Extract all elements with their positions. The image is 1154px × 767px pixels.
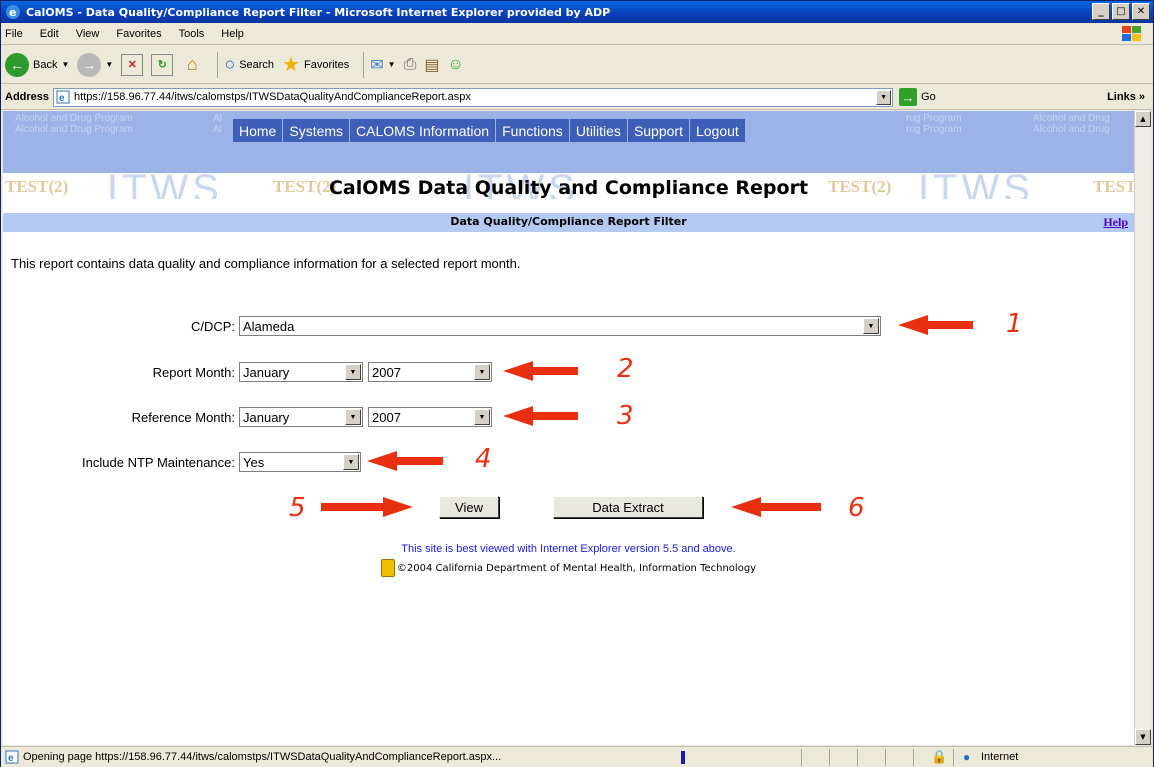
arrow-4 — [367, 451, 443, 471]
links-label: Links — [1107, 91, 1136, 103]
close-button[interactable]: ✕ — [1132, 3, 1150, 20]
status-panel — [801, 749, 802, 766]
page-viewport: Alcohol and Drug Program Alcohol and Drug… — [3, 111, 1134, 745]
menu-tools[interactable]: Tools — [179, 28, 205, 40]
maximize-button[interactable]: □ — [1112, 3, 1130, 20]
svg-text:e: e — [59, 93, 65, 104]
title-bar: e CalOMS - Data Quality/Compliance Repor… — [1, 1, 1153, 23]
print-button[interactable]: ⎙ — [404, 56, 417, 74]
menu-view[interactable]: View — [76, 28, 100, 40]
refresh-icon: ↻ — [151, 53, 174, 76]
status-panel — [829, 749, 830, 766]
favorites-button[interactable]: ★ Favorites — [282, 52, 349, 77]
status-panel — [913, 749, 914, 766]
printer-icon: ⎙ — [403, 55, 417, 73]
arrow-1 — [898, 315, 973, 335]
arrow-3 — [503, 406, 578, 426]
svg-text:e: e — [9, 6, 16, 19]
search-icon: ○ — [224, 54, 236, 74]
chevron-down-icon[interactable]: ▼ — [876, 89, 892, 105]
address-input[interactable]: e https://158.96.77.44/itws/calomstps/IT… — [53, 87, 894, 107]
globe-icon: ● — [963, 750, 971, 764]
menu-edit[interactable]: Edit — [40, 28, 59, 40]
go-label: Go — [921, 91, 936, 103]
messenger-icon: ☺ — [447, 55, 464, 73]
refresh-button[interactable]: ↻ — [151, 53, 174, 76]
address-bar: Address e https://158.96.77.44/itws/calo… — [1, 85, 1153, 110]
arrow-6 — [731, 497, 821, 517]
toolbar-separator — [217, 51, 219, 78]
menu-file[interactable]: File — [5, 28, 23, 40]
annotation-number-2: 2 — [617, 354, 634, 384]
stop-icon: ✕ — [121, 53, 144, 76]
arrow-2 — [503, 361, 578, 381]
go-arrow-icon: → — [899, 88, 918, 106]
scroll-up-icon[interactable]: ▲ — [1135, 111, 1151, 127]
page-icon: e — [56, 90, 70, 104]
annotation-number-5: 5 — [289, 493, 306, 523]
mail-icon: ✉ — [370, 56, 384, 74]
annotation-number-6: 6 — [848, 493, 865, 523]
favorites-label: Favorites — [303, 58, 350, 71]
home-button[interactable]: ⌂ — [181, 54, 203, 76]
star-icon: ★ — [282, 54, 300, 76]
back-arrow-icon: ← — [5, 52, 29, 77]
status-text: Opening page https://158.96.77.44/itws/c… — [23, 751, 502, 763]
toolbar-separator — [363, 51, 365, 78]
search-button[interactable]: ○ Search — [224, 54, 274, 75]
minimize-button[interactable]: _ — [1092, 3, 1110, 20]
status-panel — [953, 749, 954, 766]
go-button[interactable]: → Go — [899, 88, 936, 106]
annotation-number-4: 4 — [475, 444, 492, 474]
chevron-down-icon: ▼ — [105, 60, 114, 69]
toolbar: ← Back ▼ → ▼ ✕ ↻ ⌂ ○ Search ★ Favorites … — [1, 46, 1153, 84]
progress-indicator — [681, 751, 685, 764]
annotation-number-3: 3 — [617, 401, 634, 431]
page-icon: e — [5, 750, 19, 764]
chevron-down-icon: ▼ — [61, 60, 70, 69]
scroll-down-icon[interactable]: ▼ — [1135, 729, 1151, 745]
annotation-layer — [321, 315, 973, 517]
vertical-scrollbar[interactable]: ▲ ▼ — [1134, 111, 1151, 745]
links-button[interactable]: Links » — [1107, 91, 1145, 103]
search-label: Search — [239, 58, 275, 71]
ie-icon: e — [6, 5, 20, 19]
back-label: Back — [33, 58, 58, 71]
home-icon: ⌂ — [186, 54, 198, 74]
menu-favorites[interactable]: Favorites — [116, 28, 161, 40]
address-url: https://158.96.77.44/itws/calomstps/ITWS… — [74, 91, 471, 103]
status-panel — [885, 749, 886, 766]
messenger-button[interactable]: ☺ — [448, 56, 464, 74]
lock-icon: 🔒 — [931, 749, 948, 764]
mail-button[interactable]: ✉ ▼ — [370, 55, 395, 75]
stop-button[interactable]: ✕ — [121, 53, 144, 76]
back-button[interactable]: ← Back ▼ — [5, 52, 70, 77]
windows-logo-icon — [1122, 26, 1141, 41]
forward-button[interactable]: → ▼ — [77, 52, 114, 77]
svg-text:e: e — [8, 753, 14, 764]
books-icon: ▤ — [424, 56, 440, 74]
menu-bar: File Edit View Favorites Tools Help — [1, 23, 1153, 45]
browser-window: e CalOMS - Data Quality/Compliance Repor… — [0, 0, 1154, 767]
status-text-area: e Opening page https://158.96.77.44/itws… — [5, 750, 501, 764]
status-panel — [857, 749, 858, 766]
zone-label: Internet — [981, 751, 1019, 763]
annotation-arrows — [321, 315, 973, 517]
window-title: CalOMS - Data Quality/Compliance Report … — [26, 5, 611, 19]
arrow-5 — [321, 497, 413, 517]
research-button[interactable]: ▤ — [424, 55, 439, 75]
chevron-down-icon: ▼ — [387, 60, 396, 69]
forward-arrow-icon: → — [77, 52, 102, 77]
status-bar: e Opening page https://158.96.77.44/itws… — [1, 746, 1153, 767]
address-label: Address — [5, 91, 50, 103]
menu-help[interactable]: Help — [221, 28, 244, 40]
annotation-number-1: 1 — [1006, 309, 1023, 339]
